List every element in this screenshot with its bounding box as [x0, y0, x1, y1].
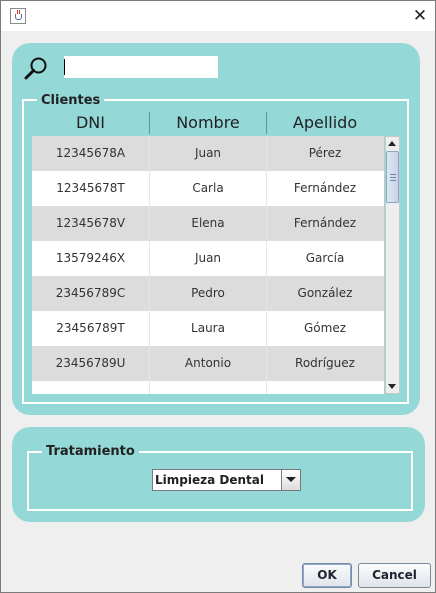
scroll-up-arrow-icon[interactable] — [386, 137, 399, 151]
table-row[interactable]: 12345678T Carla Fernández — [32, 171, 384, 206]
dialog-window: ✕ Clientes DNI Nombre Apellido 12345678A… — [0, 0, 436, 593]
cell-apellido: González — [266, 276, 383, 311]
cell-dni: 23456789T — [56, 321, 125, 335]
cell-dni: 12345678A — [55, 146, 126, 160]
cell-nombre: Juan — [149, 136, 266, 171]
cell-nombre — [149, 381, 266, 394]
cell-dni: 12345678T — [56, 181, 125, 195]
chevron-down-icon[interactable] — [281, 470, 300, 490]
cell-dni: 23456789U — [55, 356, 126, 370]
clients-table: 12345678A Juan Pérez 12345678T Carla Fer… — [32, 136, 384, 394]
cell-nombre: Pedro — [149, 276, 266, 311]
column-header-apellido[interactable]: Apellido — [266, 112, 383, 134]
cell-apellido: García — [266, 241, 383, 276]
column-header-nombre[interactable]: Nombre — [149, 112, 266, 134]
table-row[interactable]: 12345678V Elena Fernández — [32, 206, 384, 241]
cell-apellido: Gómez — [266, 311, 383, 346]
cell-apellido: Pérez — [266, 136, 383, 171]
clients-group-title: Clientes — [37, 93, 105, 108]
treatment-select[interactable]: Limpieza Dental — [152, 469, 301, 491]
cell-apellido: Rodríguez — [266, 346, 383, 381]
search-input[interactable] — [64, 56, 218, 78]
treatment-panel: Tratamiento Limpieza Dental — [12, 427, 425, 522]
cell-apellido: Fernández — [266, 206, 383, 241]
text-caret — [64, 59, 65, 75]
treatment-selected-value: Limpieza Dental — [155, 473, 264, 487]
cell-dni: 23456789C — [55, 286, 126, 300]
close-icon[interactable]: ✕ — [409, 5, 431, 27]
java-app-icon — [10, 8, 26, 24]
cell-nombre: Carla — [149, 171, 266, 206]
search-icon — [24, 57, 47, 80]
treatment-group-title: Tratamiento — [42, 444, 139, 459]
cell-apellido: Fernández — [266, 171, 383, 206]
cell-apellido — [266, 381, 383, 394]
scrollbar-thumb[interactable] — [386, 151, 399, 203]
clients-search-panel: Clientes DNI Nombre Apellido 12345678A J… — [12, 43, 420, 415]
cell-dni: 12345678V — [55, 216, 126, 230]
title-bar: ✕ — [1, 1, 435, 31]
cell-nombre: Elena — [149, 206, 266, 241]
table-header: DNI Nombre Apellido — [32, 112, 383, 134]
table-row[interactable]: 23456789C Pedro González — [32, 276, 384, 311]
table-row[interactable]: 23456789U Antonio Rodríguez — [32, 346, 384, 381]
cell-nombre: Juan — [149, 241, 266, 276]
cell-nombre: Laura — [149, 311, 266, 346]
cell-dni: 13579246X — [55, 251, 126, 265]
table-row[interactable]: 12345678A Juan Pérez — [32, 136, 384, 171]
cancel-button[interactable]: Cancel — [358, 563, 431, 588]
cell-dni — [32, 381, 149, 394]
column-header-dni[interactable]: DNI — [32, 112, 149, 134]
table-row[interactable] — [32, 381, 384, 394]
scroll-down-arrow-icon[interactable] — [386, 379, 399, 393]
table-row[interactable]: 23456789T Laura Gómez — [32, 311, 384, 346]
table-vertical-scrollbar[interactable] — [385, 136, 400, 394]
cell-nombre: Antonio — [149, 346, 266, 381]
table-row[interactable]: 13579246X Juan García — [32, 241, 384, 276]
ok-button[interactable]: OK — [302, 563, 352, 588]
